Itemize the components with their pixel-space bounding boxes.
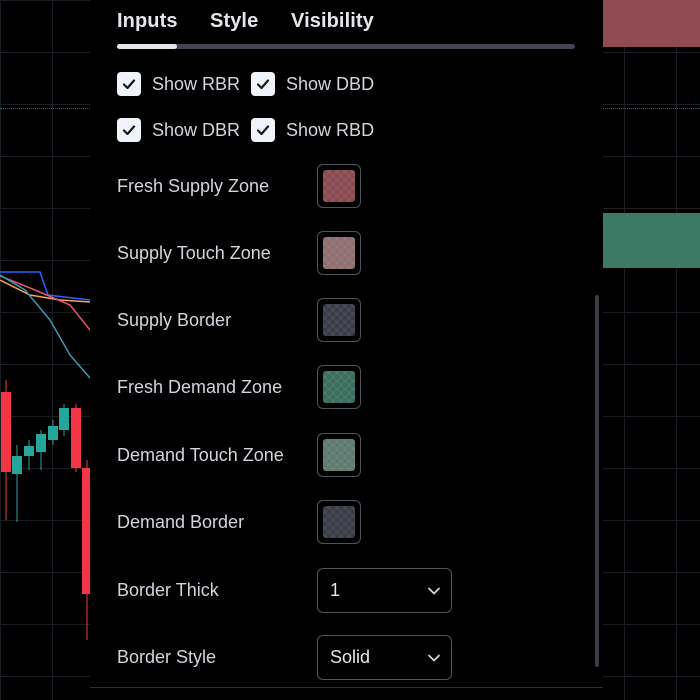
tab-track <box>117 44 575 49</box>
checkmark-icon <box>122 125 136 136</box>
demand-touch-zone-label: Demand Touch Zone <box>117 445 284 465</box>
show-dbr-label: Show DBR <box>152 119 241 140</box>
demand-touch-zone-color-picker[interactable] <box>317 433 361 477</box>
chevron-down-icon <box>428 587 440 595</box>
tab-visibility[interactable]: Visibility <box>291 10 374 33</box>
candle <box>36 434 46 452</box>
candle <box>1 392 11 472</box>
show-dbd-label: Show DBD <box>286 73 375 94</box>
border-thick-label: Border Thick <box>117 580 219 600</box>
fresh-demand-zone-label: Fresh Demand Zone <box>117 377 283 397</box>
demand-border-color-picker[interactable] <box>317 500 361 544</box>
fresh-supply-zone-swatch <box>323 170 355 202</box>
border-thick-select[interactable]: 1 <box>317 568 452 613</box>
fresh-demand-zone-color-picker[interactable] <box>317 365 361 409</box>
demand-touch-zone-swatch <box>323 439 355 471</box>
border-style-value: Solid <box>330 647 371 667</box>
checkmark-icon <box>256 79 270 90</box>
ma-line-teal <box>0 274 91 379</box>
supply-border-swatch <box>323 304 355 336</box>
show-dbr-checkbox[interactable] <box>117 118 141 142</box>
border-style-label: Border Style <box>117 647 217 667</box>
panel-scrollbar[interactable] <box>595 295 599 667</box>
demand-border-swatch <box>323 506 355 538</box>
show-rbd-label: Show RBD <box>286 119 375 140</box>
candles <box>1 380 90 640</box>
candle <box>82 468 90 594</box>
checkmark-icon <box>256 125 270 136</box>
show-dbd-checkbox[interactable] <box>251 72 276 96</box>
checkbox-row-1: Show RBR Show DBD <box>117 71 385 97</box>
checkbox-row-2: Show DBR Show RBD <box>117 117 385 143</box>
supply-touch-zone-color-picker[interactable] <box>317 231 361 275</box>
supply-touch-zone-swatch <box>323 237 355 269</box>
border-style-select[interactable]: Solid <box>317 635 452 680</box>
demand-border-label: Demand Border <box>117 512 245 532</box>
supply-border-color-picker[interactable] <box>317 298 361 342</box>
fresh-demand-zone-swatch <box>323 371 355 403</box>
active-tab-indicator <box>117 44 177 49</box>
show-rbr-label: Show RBR <box>152 73 241 94</box>
panel-divider <box>90 687 603 688</box>
fresh-supply-zone-label: Fresh Supply Zone <box>117 176 270 196</box>
show-rbd-checkbox[interactable] <box>251 118 276 142</box>
tab-inputs[interactable]: Inputs <box>117 10 178 33</box>
supply-touch-zone-label: Supply Touch Zone <box>117 243 271 263</box>
indicator-settings-panel: Inputs Style Visibility Show RBR Show DB… <box>90 0 603 700</box>
candle <box>12 456 22 474</box>
candle <box>71 408 81 468</box>
candle <box>59 408 69 430</box>
supply-border-label: Supply Border <box>117 310 232 330</box>
settings-tabs: Inputs Style Visibility <box>117 0 577 49</box>
candle <box>24 446 34 456</box>
border-thick-value: 1 <box>330 580 341 600</box>
tab-style[interactable]: Style <box>210 10 258 33</box>
show-rbr-checkbox[interactable] <box>117 72 141 96</box>
checkmark-icon <box>122 79 136 90</box>
chevron-down-icon <box>428 654 440 662</box>
fresh-supply-zone-color-picker[interactable] <box>317 164 361 208</box>
candle <box>48 426 58 440</box>
